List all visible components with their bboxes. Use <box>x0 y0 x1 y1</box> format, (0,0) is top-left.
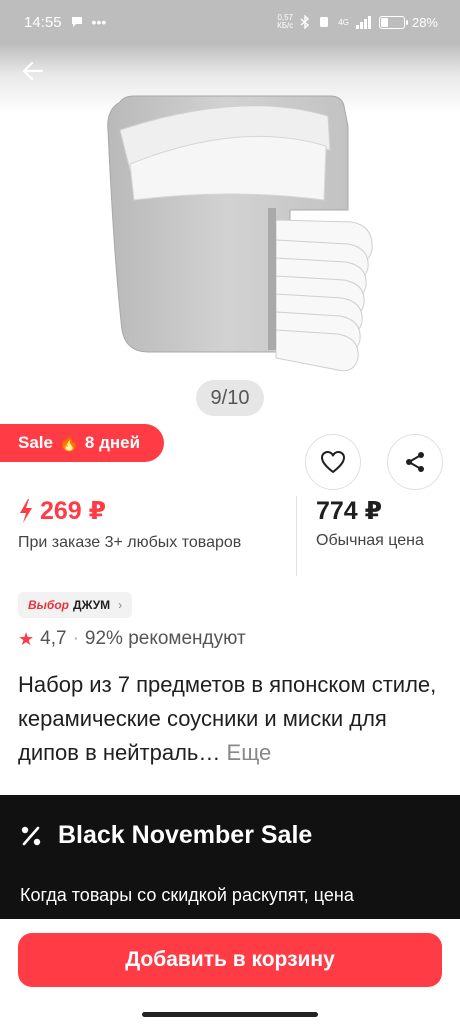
promo-title: Black November Sale <box>58 821 313 849</box>
share-button[interactable] <box>387 434 443 490</box>
promo-text: Когда товары со скидкой раскупят, цена <box>20 885 354 905</box>
share-icon <box>406 452 424 472</box>
more-notifications-icon: ••• <box>91 14 107 30</box>
signal-icon <box>355 15 371 29</box>
product-title: Набор из 7 предметов в японском стиле, к… <box>18 668 446 770</box>
bluetooth-icon <box>300 15 310 29</box>
choice-chip[interactable]: Выбор ДЖУМ › <box>18 592 133 618</box>
status-time: 14:55 <box>24 13 62 31</box>
price-block: 269 ₽ При заказе 3+ любых товаров 774 ₽ … <box>18 496 442 578</box>
choice-brand-b: ДЖУМ <box>73 598 111 612</box>
rating-row[interactable]: ★ 4,7 · 92% рекомендуют <box>18 628 246 650</box>
promo-banner[interactable]: Black November Sale Когда товары со скид… <box>0 795 460 919</box>
bulk-price-value: 269 ₽ <box>40 497 107 525</box>
heart-icon <box>321 451 345 473</box>
arrow-left-icon <box>22 61 44 81</box>
favorite-button[interactable] <box>305 434 361 490</box>
star-icon: ★ <box>18 628 35 649</box>
sale-label: Sale <box>18 433 53 452</box>
status-bar: 14:55 ••• 0,57 КБ/с 4G 28% <box>0 0 460 44</box>
separator-dot: · <box>72 628 79 649</box>
status-left-icons: ••• <box>70 14 107 30</box>
back-button[interactable] <box>16 54 50 88</box>
battery-icon <box>378 15 408 29</box>
add-to-cart-button[interactable]: Добавить в корзину <box>18 933 442 987</box>
message-icon <box>71 17 82 27</box>
promo-header: Black November Sale <box>20 821 312 850</box>
rating-score: 4,7 <box>40 628 67 649</box>
battery-level: 28% <box>411 14 438 30</box>
chevron-right-icon: › <box>118 598 123 612</box>
bulk-price: 269 ₽ <box>18 496 106 526</box>
bulk-price-note: При заказе 3+ любых товаров <box>18 534 242 551</box>
fire-icon: 🔥 <box>58 435 79 452</box>
status-right: 0,57 КБ/с 4G 28% <box>277 14 438 30</box>
image-pager: 9/10 <box>196 380 264 416</box>
vibrate-icon <box>320 17 329 27</box>
sale-badge: Sale 🔥 8 дней <box>0 424 164 462</box>
home-indicator <box>142 1012 318 1017</box>
rating-recommend: 92% рекомендуют <box>84 628 246 649</box>
sale-days: 8 дней <box>84 433 141 452</box>
lightning-icon <box>20 499 32 523</box>
price-divider <box>296 496 297 576</box>
bottom-bar: Добавить в корзину <box>0 919 460 1024</box>
product-gallery[interactable]: 9/10 <box>0 44 460 422</box>
regular-price-note: Обычная цена <box>316 532 424 549</box>
product-image <box>107 95 373 372</box>
regular-price: 774 ₽ <box>316 497 383 525</box>
choice-brand-a: Выбор <box>28 598 70 612</box>
more-link[interactable]: Еще <box>227 740 272 765</box>
net-speed: 0,57 КБ/с <box>277 13 294 30</box>
percent-icon <box>21 826 41 845</box>
network-type: 4G <box>338 17 349 27</box>
